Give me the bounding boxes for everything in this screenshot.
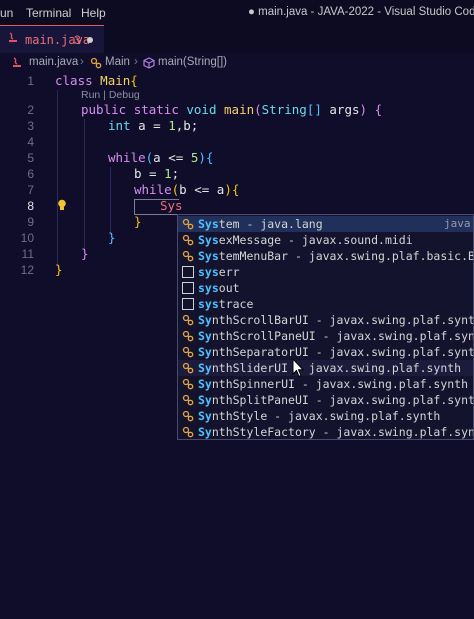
line-number: 6: [27, 167, 34, 181]
suggestion-detail: java.: [444, 217, 474, 230]
breadcrumb: main.java › Main › main(String[]): [0, 53, 474, 73]
unsaved-dot-icon[interactable]: [87, 37, 93, 43]
suggestion-label: syserr: [198, 265, 240, 279]
method-icon: [143, 57, 155, 69]
snippet-icon: [182, 266, 194, 278]
suggestion-item[interactable]: syserr: [178, 264, 473, 280]
suggestion-label: SynthSplitPaneUI - javax.swing.plaf.synt…: [198, 393, 474, 407]
window-title: ● main.java - JAVA-2022 - Visual Studio …: [248, 6, 474, 18]
class-icon: [90, 57, 102, 69]
breadcrumb-file[interactable]: main.java: [29, 56, 78, 68]
tab-main-java[interactable]: main.java 3: [0, 25, 104, 53]
line-number: 9: [27, 215, 34, 229]
java-file-icon: [13, 57, 21, 67]
code-line-12: }: [55, 262, 63, 277]
code-line-5: while(a <= 5){: [108, 150, 214, 165]
indent-guide: [110, 167, 111, 235]
class-icon: [182, 330, 194, 342]
suggestion-label: SynthScrollBarUI - javax.swing.plaf.synt…: [198, 313, 474, 327]
menu-help[interactable]: Help: [81, 6, 106, 20]
class-icon: [182, 250, 194, 262]
chevron-right-icon: ›: [134, 56, 138, 68]
title-bar: un Terminal Help ● main.java - JAVA-2022…: [0, 0, 474, 25]
indent-guide: [57, 90, 58, 267]
line-number: 7: [27, 183, 34, 197]
suggestion-item[interactable]: SynthScrollBarUI - javax.swing.plaf.synt…: [178, 312, 474, 328]
code-line-10: }: [108, 230, 116, 245]
class-icon: [182, 314, 194, 326]
line-number: 12: [20, 263, 34, 277]
line-number: 11: [21, 247, 34, 261]
code-line-8[interactable]: Sys: [160, 198, 183, 213]
snippet-icon: [182, 298, 194, 310]
mouse-pointer-icon: [292, 358, 304, 378]
code-line-9: }: [134, 214, 142, 229]
suggestion-label: SysexMessage - javax.sound.midi: [198, 233, 413, 247]
code-line-1: class Main{: [55, 73, 138, 88]
suggestion-item[interactable]: SynthStyleFactory - javax.swing.plaf.syn…: [178, 424, 474, 439]
suggestion-label: System - java.lang: [198, 217, 323, 231]
code-line-7: while(b <= a){: [134, 182, 240, 197]
codelens-run-debug[interactable]: Run | Debug: [81, 89, 140, 101]
chevron-right-icon: ›: [80, 56, 84, 68]
code-line-6: b = 1;: [134, 166, 180, 181]
line-number-active: 8: [27, 199, 34, 213]
suggestion-item[interactable]: SynthSeparatorUI - javax.swing.plaf.synt…: [178, 344, 474, 360]
suggestion-item[interactable]: sysout: [178, 280, 473, 296]
suggestion-label: SystemMenuBar - javax.swing.plaf.basic.B…: [198, 249, 474, 263]
suggestion-item[interactable]: SynthSliderUI - javax.swing.plaf.synth: [178, 360, 473, 376]
line-number: 3: [27, 119, 34, 133]
suggestion-item[interactable]: SynthSpinnerUI - javax.swing.plaf.synth: [178, 376, 473, 392]
suggestion-item[interactable]: SynthStyle - javax.swing.plaf.synth: [178, 408, 473, 424]
menu-terminal[interactable]: Terminal: [26, 6, 71, 20]
menu-run[interactable]: un: [0, 6, 13, 20]
suggestion-label: SynthSpinnerUI - javax.swing.plaf.synth: [198, 377, 469, 391]
indent-guide: [84, 119, 85, 251]
suggestion-label: sysout: [198, 281, 240, 295]
snippet-icon: [182, 282, 194, 294]
code-line-3: int a = 1,b;: [108, 118, 199, 133]
class-icon: [182, 218, 194, 230]
suggestion-item[interactable]: SysexMessage - javax.sound.midi: [178, 232, 473, 248]
class-icon: [182, 362, 194, 374]
suggestion-label: SynthSeparatorUI - javax.swing.plaf.synt…: [198, 345, 474, 359]
java-file-icon: [9, 32, 17, 42]
suggestion-label: SynthStyleFactory - javax.swing.plaf.syn…: [198, 425, 474, 439]
tab-bar: main.java 3: [0, 25, 474, 53]
suggestion-label: SynthSliderUI - javax.swing.plaf.synth: [198, 361, 462, 375]
line-number: 2: [27, 103, 34, 117]
code-line-11: }: [81, 246, 89, 261]
suggestion-label: SynthStyle - javax.swing.plaf.synth: [198, 409, 441, 423]
suggestion-item[interactable]: SynthScrollPaneUI - javax.swing.plaf.syn…: [178, 328, 474, 344]
suggestion-label: systrace: [198, 297, 254, 311]
line-number: 1: [27, 74, 34, 88]
code-line-2: public static void main(String[] args) {: [81, 102, 383, 117]
class-icon: [182, 378, 194, 390]
suggestion-label: SynthScrollPaneUI - javax.swing.plaf.syn…: [198, 329, 474, 343]
class-icon: [182, 346, 194, 358]
suggestion-item[interactable]: systrace: [178, 296, 473, 312]
line-number: 10: [20, 231, 34, 245]
class-icon: [182, 426, 194, 438]
suggestion-item[interactable]: SystemMenuBar - javax.swing.plaf.basic.B…: [178, 248, 474, 264]
class-icon: [182, 394, 194, 406]
problems-badge: 3: [74, 33, 81, 47]
suggestion-item[interactable]: SynthSplitPaneUI - javax.swing.plaf.synt…: [178, 392, 474, 408]
breadcrumb-class[interactable]: Main: [105, 56, 130, 68]
suggestion-item[interactable]: System - java.lang java.: [178, 216, 474, 232]
lightbulb-icon[interactable]: [57, 199, 67, 211]
line-number: 5: [27, 151, 34, 165]
class-icon: [182, 234, 194, 246]
autocomplete-popup[interactable]: System - java.lang java. SysexMessage - ja…: [177, 214, 474, 440]
breadcrumb-method[interactable]: main(String[]): [158, 56, 227, 68]
class-icon: [182, 410, 194, 422]
line-number: 4: [27, 135, 34, 149]
